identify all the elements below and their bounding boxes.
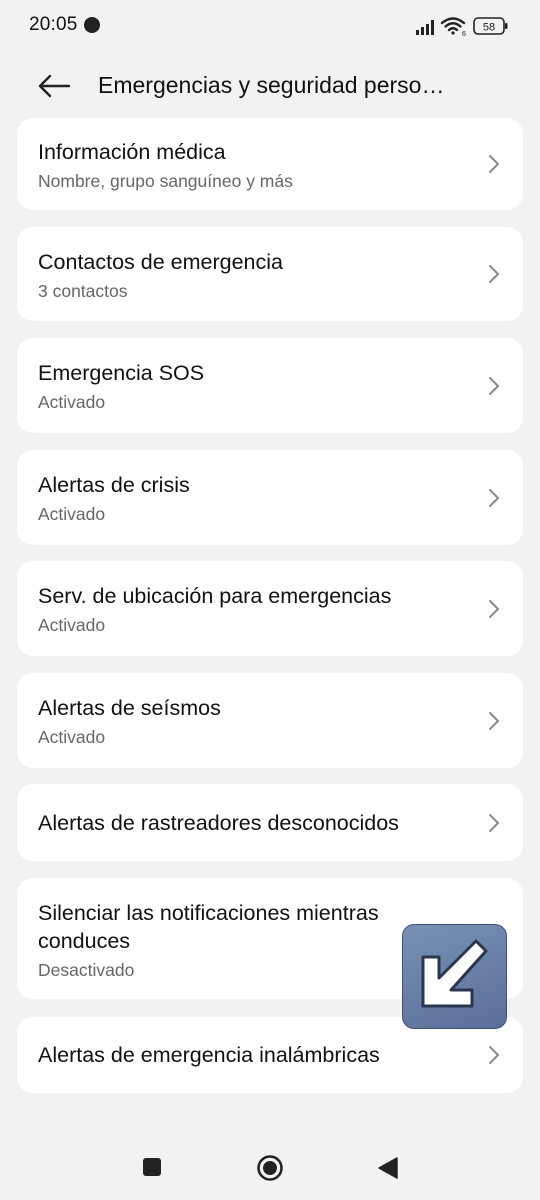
item-title: Alertas de rastreadores desconocidos [38,811,399,835]
chevron-right-icon [489,376,499,395]
item-title: Alertas de seísmos [38,696,221,720]
page-title: Emergencias y seguridad perso… [98,72,445,98]
list-item-medical-info[interactable]: Información médica Nombre, grupo sanguín… [17,118,523,210]
list-item-unknown-tracker-alerts[interactable]: Alertas de rastreadores desconocidos [17,784,523,861]
item-subtitle: Activado [38,392,106,412]
chevron-right-icon [489,599,499,618]
back-arrow-icon [38,74,71,98]
item-subtitle: Activado [38,727,106,747]
wifi-icon [440,17,466,35]
chevron-right-icon [489,265,499,283]
home-button[interactable] [256,1154,284,1182]
signal-icon [416,20,434,35]
item-subtitle: Desactivado [38,960,135,980]
status-time: 20:05 [29,14,78,35]
back-triangle-icon [378,1157,398,1179]
battery-level: 58 [483,22,495,34]
chevron-right-icon [489,488,499,507]
svg-text:6: 6 [462,31,466,38]
back-button[interactable] [30,66,78,106]
nav-back-button[interactable] [377,1156,399,1180]
list-item-earthquake-alerts[interactable]: Alertas de seísmos Activado [17,673,523,768]
item-subtitle: 3 contactos [38,281,128,301]
status-icons: 6 58 [416,17,508,38]
item-title: Alertas de crisis [38,473,190,497]
screen: 20:05 6 58 Emergencias y seguridad perso… [0,0,540,1200]
diagonal-arrow-icon [421,939,487,1007]
item-subtitle: Activado [38,504,106,524]
item-subtitle: Activado [38,615,106,635]
item-title: Serv. de ubicación para emergencias [38,584,392,608]
item-title: Alertas de emergencia inalámbricas [38,1043,380,1067]
status-bar: 20:05 6 58 [0,0,540,52]
floating-arrow-overlay[interactable] [402,924,507,1029]
item-title: Emergencia SOS [38,361,205,385]
list-item-emergency-sos[interactable]: Emergencia SOS Activado [17,338,523,433]
chevron-right-icon [489,1046,499,1064]
item-subtitle: Nombre, grupo sanguíneo y más [38,171,293,191]
chevron-right-icon [489,155,499,173]
notification-dot-icon [84,17,100,33]
item-title: Silenciar las notificaciones mientras co… [38,901,379,953]
home-circle-icon [257,1155,283,1181]
list-item-crisis-alerts[interactable]: Alertas de crisis Activado [17,450,523,545]
system-nav-bar [0,1130,540,1200]
list-item-emergency-location[interactable]: Serv. de ubicación para emergencias Acti… [17,561,523,656]
app-header: Emergencias y seguridad perso… [0,52,540,122]
recents-square-icon [143,1158,161,1176]
item-title: Información médica [38,140,226,164]
chevron-right-icon [489,813,499,832]
chevron-right-icon [489,711,499,730]
item-title: Contactos de emergencia [38,250,284,274]
recents-button[interactable] [142,1157,162,1177]
battery-icon: 58 [473,17,508,35]
list-item-emergency-contacts[interactable]: Contactos de emergencia 3 contactos [17,227,523,321]
